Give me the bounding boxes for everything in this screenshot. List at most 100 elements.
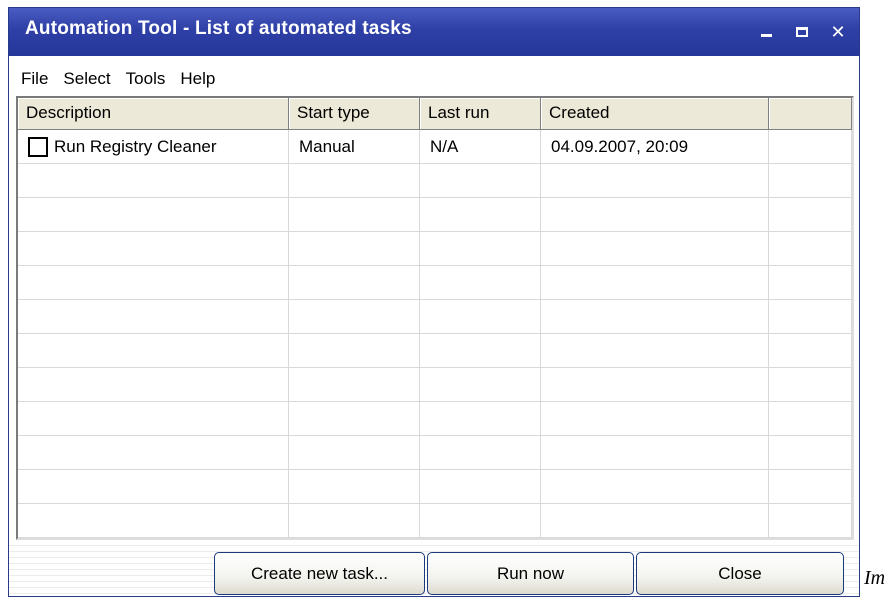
empty-cell: [289, 266, 420, 300]
empty-cell: [289, 334, 420, 368]
run-now-button[interactable]: Run now: [427, 552, 634, 595]
empty-cell: [18, 504, 289, 538]
column-header-start-type[interactable]: Start type: [289, 98, 420, 130]
empty-cell: [541, 470, 769, 504]
empty-cell: [420, 266, 541, 300]
close-icon: ✕: [830, 22, 846, 42]
empty-cell: [769, 504, 852, 538]
empty-cell: [420, 334, 541, 368]
empty-cell: [541, 334, 769, 368]
empty-rows: [18, 164, 852, 538]
empty-cell: [18, 266, 289, 300]
table-row[interactable]: Run Registry Cleaner Manual N/A 04.09.20…: [18, 130, 852, 164]
app-window: Automation Tool - List of automated task…: [8, 7, 860, 597]
empty-cell: [289, 164, 420, 198]
empty-cell: [541, 266, 769, 300]
empty-cell: [420, 232, 541, 266]
column-header-created[interactable]: Created: [541, 98, 769, 130]
task-description-cell[interactable]: Run Registry Cleaner: [18, 130, 289, 164]
table-row[interactable]: [18, 232, 852, 266]
column-header-last-run[interactable]: Last run: [420, 98, 541, 130]
task-created: 04.09.2007, 20:09: [541, 130, 769, 164]
table-row[interactable]: [18, 504, 852, 538]
empty-cell: [769, 266, 852, 300]
empty-cell: [769, 402, 852, 436]
maximize-button[interactable]: [787, 17, 817, 47]
empty-cell: [769, 470, 852, 504]
empty-cell: [541, 504, 769, 538]
empty-cell: [420, 436, 541, 470]
empty-cell: [541, 368, 769, 402]
checkbox-icon[interactable]: [28, 136, 48, 157]
column-header-description[interactable]: Description: [18, 98, 289, 130]
empty-cell: [18, 164, 289, 198]
empty-cell: [541, 164, 769, 198]
table-row[interactable]: [18, 470, 852, 504]
table-row[interactable]: [18, 334, 852, 368]
empty-cell: [541, 198, 769, 232]
stray-caption-text: Im: [864, 567, 886, 589]
empty-cell: [541, 232, 769, 266]
create-new-task-button[interactable]: Create new task...: [214, 552, 425, 595]
button-bar: Create new task... Run now Close: [9, 540, 859, 596]
empty-cell: [420, 504, 541, 538]
empty-cell: [18, 368, 289, 402]
empty-cell: [541, 436, 769, 470]
table-row[interactable]: [18, 436, 852, 470]
column-header-empty[interactable]: [769, 98, 852, 130]
title-bar[interactable]: Automation Tool - List of automated task…: [9, 8, 859, 56]
empty-cell: [18, 300, 289, 334]
menu-help[interactable]: Help: [174, 67, 221, 91]
empty-cell: [289, 402, 420, 436]
empty-cell: [420, 300, 541, 334]
menu-file[interactable]: File: [15, 67, 54, 91]
task-extra-cell: [769, 130, 852, 164]
empty-cell: [18, 232, 289, 266]
close-window-button[interactable]: ✕: [823, 17, 853, 47]
empty-cell: [541, 402, 769, 436]
empty-cell: [420, 402, 541, 436]
empty-cell: [18, 436, 289, 470]
table-row[interactable]: [18, 164, 852, 198]
empty-cell: [769, 232, 852, 266]
empty-cell: [289, 504, 420, 538]
empty-cell: [769, 164, 852, 198]
empty-cell: [769, 368, 852, 402]
minimize-icon: [760, 33, 772, 37]
table-row[interactable]: [18, 300, 852, 334]
minimize-button[interactable]: [751, 17, 781, 47]
table-row[interactable]: [18, 266, 852, 300]
window-controls: ✕: [751, 16, 853, 48]
table-row[interactable]: [18, 198, 852, 232]
table-row[interactable]: [18, 402, 852, 436]
empty-cell: [289, 232, 420, 266]
task-description: Run Registry Cleaner: [54, 136, 217, 156]
menu-bar: File Select Tools Help: [9, 64, 859, 94]
task-list[interactable]: Description Start type Last run Created …: [16, 96, 854, 540]
empty-cell: [769, 198, 852, 232]
empty-cell: [289, 436, 420, 470]
empty-cell: [18, 470, 289, 504]
empty-cell: [18, 198, 289, 232]
empty-cell: [420, 470, 541, 504]
empty-cell: [420, 368, 541, 402]
maximize-icon: [796, 27, 808, 37]
empty-cell: [769, 436, 852, 470]
task-list-header: Description Start type Last run Created: [18, 98, 852, 130]
close-button[interactable]: Close: [636, 552, 844, 595]
empty-cell: [289, 300, 420, 334]
task-last-run: N/A: [420, 130, 541, 164]
menu-select[interactable]: Select: [57, 67, 116, 91]
empty-cell: [18, 334, 289, 368]
table-row[interactable]: [18, 368, 852, 402]
empty-cell: [18, 402, 289, 436]
window-title: Automation Tool - List of automated task…: [25, 18, 412, 39]
menu-tools[interactable]: Tools: [120, 67, 172, 91]
empty-cell: [289, 470, 420, 504]
empty-cell: [289, 368, 420, 402]
empty-cell: [289, 198, 420, 232]
empty-cell: [769, 300, 852, 334]
empty-cell: [541, 300, 769, 334]
empty-cell: [420, 164, 541, 198]
task-start-type: Manual: [289, 130, 420, 164]
